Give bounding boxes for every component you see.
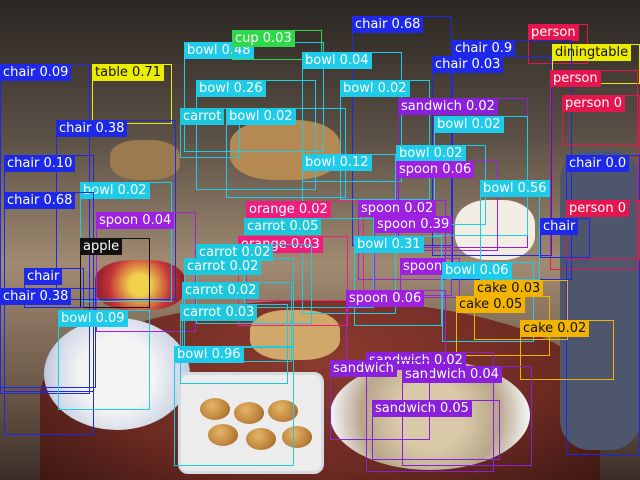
detection-label-carrot: carrot 0.03 — [180, 304, 258, 321]
detection-label-chair: chair 0.10 — [4, 155, 76, 172]
detection-label-spoon: spoon — [400, 258, 446, 275]
detection-label-spoon: spoon 0.06 — [346, 290, 425, 307]
detection-label-carrot: carrot 0.02 — [184, 258, 262, 275]
detection-label-person: person 0 — [566, 200, 629, 217]
detection-label-bowl: bowl 0.96 — [174, 346, 244, 363]
detection-label-chair: chair 0.9 — [452, 40, 516, 57]
detection-label-spoon: spoon 0.04 — [96, 212, 175, 229]
detection-label-bowl: bowl 0.06 — [442, 262, 512, 279]
detection-label-carrot: carrot — [180, 108, 225, 125]
detection-label-chair: chair — [24, 268, 63, 285]
detection-label-chair: chair 0.09 — [0, 64, 72, 81]
detection-label-chair: chair 0.68 — [352, 16, 424, 33]
detection-label-apple: apple — [80, 238, 123, 255]
detection-label-bowl: bowl 0.02 — [396, 145, 466, 162]
detection-label-bowl: bowl 0.02 — [434, 116, 504, 133]
detection-label-carrot: carrot 0.02 — [182, 282, 260, 299]
photo-canvas: chair 0.68 person diningtable bowl 0.48 cup … — [0, 0, 640, 480]
detection-label-bowl: bowl 0.56 — [480, 180, 550, 197]
detection-label-chair: chair 0.38 — [56, 120, 128, 137]
detection-label-spoon: spoon 0.39 — [374, 216, 453, 233]
detection-label-carrot: carrot 0.05 — [244, 218, 322, 235]
detection-label-cake: cake 0.03 — [474, 280, 544, 297]
detection-label-bowl: bowl 0.26 — [196, 80, 266, 97]
detection-label-chair: chair 0.03 — [432, 56, 504, 73]
detection-label-bowl: bowl 0.02 — [340, 80, 410, 97]
detection-label-chair: chair 0.68 — [4, 192, 76, 209]
detection-label-sandwich: sandwich 0.02 — [398, 98, 498, 115]
detection-label-bowl: bowl 0.09 — [58, 310, 128, 327]
detection-label-person: person 0 — [562, 95, 625, 112]
detection-label-bowl: bowl 0.02 — [226, 108, 296, 125]
detection-label-sandwich: sandwich — [330, 360, 397, 377]
detection-label-spoon: spoon 0.06 — [396, 161, 475, 178]
detection-label-bowl: bowl 0.04 — [302, 52, 372, 69]
detection-label-bowl: bowl 0.12 — [302, 154, 372, 171]
detection-label-spoon: spoon 0.02 — [358, 200, 437, 217]
detection-label-chair: chair 0.0 — [566, 155, 630, 172]
detection-label-diningtable: table 0.71 — [92, 64, 165, 81]
detection-label-sandwich: sandwich 0.05 — [372, 400, 472, 417]
detection-label-cake: cake 0.02 — [520, 320, 590, 337]
detection-label-bowl: bowl 0.31 — [354, 236, 424, 253]
detection-label-orange: orange 0.02 — [246, 201, 331, 218]
detection-label-cake: cake 0.05 — [456, 296, 526, 313]
detection-label-cup: cup 0.03 — [232, 30, 295, 47]
detection-label-chair: chair — [540, 218, 579, 235]
detection-label-chair: chair 0.38 — [0, 288, 72, 305]
detection-box-bowl — [174, 346, 294, 466]
detection-label-person: person — [528, 24, 579, 41]
detection-label-person: person — [550, 70, 601, 87]
